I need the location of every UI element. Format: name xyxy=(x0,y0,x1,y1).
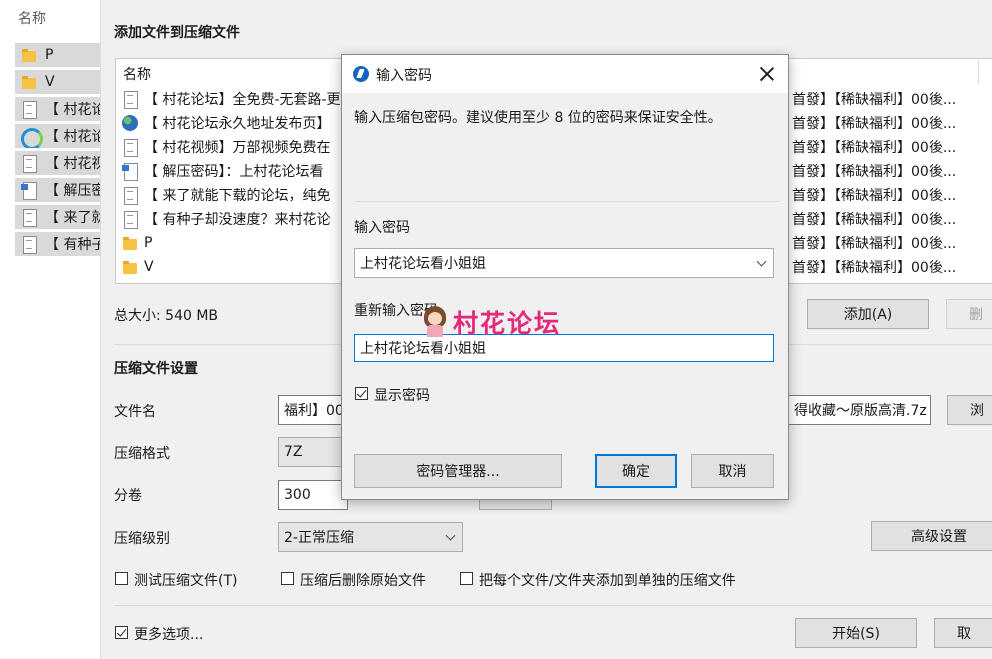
add-button[interactable]: 添加(A) xyxy=(807,299,929,329)
app-logo-icon xyxy=(353,66,369,82)
globe-icon xyxy=(122,115,138,131)
filename-label: 文件名 xyxy=(114,404,156,420)
document-icon xyxy=(21,155,37,173)
document-icon xyxy=(122,91,138,109)
show-password-checkbox[interactable] xyxy=(355,387,368,400)
delete-button[interactable]: 删 xyxy=(946,299,992,329)
separate-archives-checkbox[interactable] xyxy=(460,572,473,585)
explorer-item[interactable]: 【 有种子 xyxy=(15,232,100,256)
folder-icon xyxy=(21,74,37,90)
chevron-down-icon[interactable] xyxy=(756,256,767,267)
dialog-body: 输入压缩包密码。建议使用至少 8 位的密码来保证安全性。 输入密码 上村花论坛看… xyxy=(342,93,788,499)
document-icon xyxy=(21,209,37,227)
browser-shortcut-icon xyxy=(21,128,43,148)
browse-button[interactable]: 浏 xyxy=(947,395,992,425)
delete-after-label[interactable]: 压缩后删除原始文件 xyxy=(300,570,426,590)
settings-section-title: 压缩文件设置 xyxy=(114,361,198,377)
password-dialog: 输入密码 输入压缩包密码。建议使用至少 8 位的密码来保证安全性。 输入密码 上… xyxy=(341,54,789,500)
explorer-item[interactable]: 【 来了就 xyxy=(15,205,100,229)
document-icon xyxy=(122,211,138,229)
explorer-item[interactable]: 【 村花论 xyxy=(15,124,100,148)
dialog-description: 输入压缩包密码。建议使用至少 8 位的密码来保证安全性。 xyxy=(354,110,722,126)
text-document-icon xyxy=(21,182,37,200)
level-label: 压缩级别 xyxy=(114,531,170,547)
password-value: 上村花论坛看小姐姐 xyxy=(360,256,486,272)
test-archive-checkbox[interactable] xyxy=(115,572,128,585)
explorer-column-name[interactable]: 名称 xyxy=(18,8,46,28)
document-icon xyxy=(21,101,37,119)
document-icon xyxy=(122,187,138,205)
file-list-row-tail: 首發】【稀缺福利】00後... xyxy=(792,236,957,252)
level-select-value: 2-正常压缩 xyxy=(284,530,354,546)
column-divider[interactable] xyxy=(978,61,979,83)
file-list-row-tail: 首發】【稀缺福利】00後... xyxy=(792,260,957,276)
cancel-button[interactable]: 取消 xyxy=(691,454,774,488)
password-combobox[interactable]: 上村花论坛看小姐姐 xyxy=(354,248,774,278)
divider xyxy=(354,201,780,202)
file-list-row-tail: 首發】【稀缺福利】00後... xyxy=(792,188,957,204)
file-list-row-tail: 首發】【稀缺福利】00後... xyxy=(792,212,957,228)
password-manager-button[interactable]: 密码管理器... xyxy=(354,454,562,488)
explorer-item[interactable]: 【 村花论 xyxy=(15,97,100,121)
cancel-button[interactable]: 取 xyxy=(934,618,992,648)
format-select[interactable]: 7Z xyxy=(278,437,348,467)
dialog-title: 输入密码 xyxy=(376,68,432,84)
filename-input-tail[interactable]: 得收藏～原版高清.7z xyxy=(789,395,931,425)
explorer-item[interactable]: 【 村花视 xyxy=(15,151,100,175)
start-button[interactable]: 开始(S) xyxy=(795,618,917,648)
reenter-password-label: 重新输入密码 xyxy=(354,303,438,319)
explorer-item[interactable]: 【 解压密 xyxy=(15,178,100,202)
file-list-column-name[interactable]: 名称 xyxy=(123,64,151,84)
split-label: 分卷 xyxy=(114,488,142,504)
folder-icon xyxy=(122,259,138,275)
document-icon xyxy=(21,236,37,254)
format-label: 压缩格式 xyxy=(114,446,170,462)
separate-archives-label[interactable]: 把每个文件/文件夹添加到单独的压缩文件 xyxy=(479,570,736,590)
more-options-checkbox[interactable] xyxy=(115,626,128,639)
reenter-password-input[interactable]: 上村花论坛看小姐姐 xyxy=(354,334,774,362)
level-select[interactable]: 2-正常压缩 xyxy=(278,522,463,552)
delete-after-checkbox[interactable] xyxy=(281,572,294,585)
file-explorer-background: 名称 P V 【 村花论 【 村花论 【 村花视 【 解压密 【 来了就 【 有… xyxy=(0,0,100,659)
divider xyxy=(114,605,992,606)
more-options-label[interactable]: 更多选项... xyxy=(134,624,203,644)
explorer-item[interactable]: P xyxy=(15,43,100,67)
filename-input[interactable]: 福利】00後 xyxy=(278,395,348,425)
file-list-row-tail: 首發】【稀缺福利】00後... xyxy=(792,92,957,108)
explorer-item[interactable]: V xyxy=(15,70,100,94)
folder-icon xyxy=(122,235,138,251)
show-password-label[interactable]: 显示密码 xyxy=(374,385,430,405)
folder-icon xyxy=(21,47,37,63)
advanced-settings-button[interactable]: 高级设置 xyxy=(871,521,992,551)
file-list-row-tail: 首發】【稀缺福利】00後... xyxy=(792,116,957,132)
text-document-icon xyxy=(122,163,138,181)
file-list-row-tail: 首發】【稀缺福利】00後... xyxy=(792,164,957,180)
close-icon[interactable] xyxy=(756,63,778,85)
dialog-titlebar[interactable]: 输入密码 xyxy=(342,55,788,93)
test-archive-label[interactable]: 测试压缩文件(T) xyxy=(134,570,237,590)
total-size: 总大小: 540 MB xyxy=(114,308,219,324)
document-icon xyxy=(122,139,138,157)
ok-button[interactable]: 确定 xyxy=(595,454,677,488)
split-size-input[interactable]: 300 xyxy=(278,480,348,510)
password-label: 输入密码 xyxy=(354,220,410,236)
window-title: 添加文件到压缩文件 xyxy=(114,25,240,41)
file-list-row-tail: 首發】【稀缺福利】00後... xyxy=(792,140,957,156)
chevron-down-icon xyxy=(445,530,456,541)
